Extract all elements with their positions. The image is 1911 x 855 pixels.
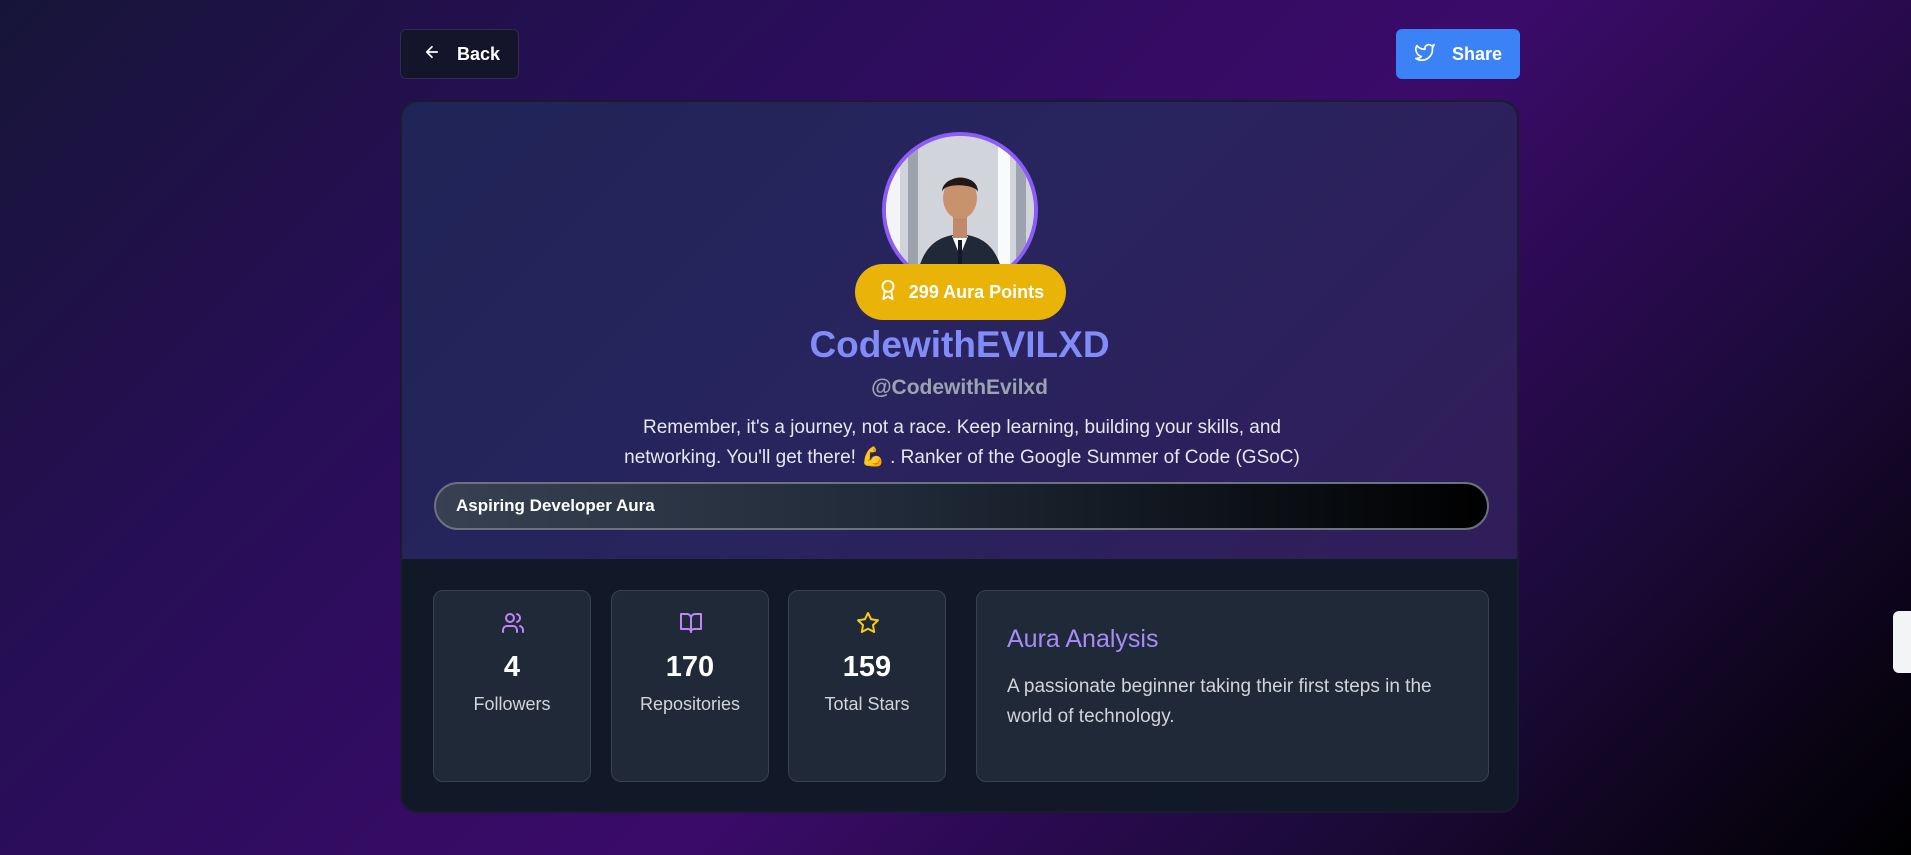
aura-analysis-panel: Aura Analysis A passionate beginner taki… — [976, 590, 1489, 782]
twitter-icon — [1414, 41, 1436, 68]
aura-level-label: Aspiring Developer Aura — [456, 496, 655, 515]
stat-repositories: 170 Repositories — [611, 590, 769, 782]
followers-count: 4 — [503, 651, 521, 683]
back-label: Back — [457, 43, 501, 64]
repositories-count: 170 — [665, 651, 715, 683]
profile-card: 299 Aura Points CodewithEVILXD @Codewith… — [400, 100, 1519, 813]
profile-header: 299 Aura Points CodewithEVILXD @Codewith… — [402, 102, 1517, 559]
award-icon — [877, 278, 899, 307]
share-label: Share — [1452, 43, 1503, 64]
avatar-image — [886, 136, 1034, 284]
analysis-text: A passionate beginner taking their first… — [1007, 676, 1432, 727]
back-button[interactable]: Back — [400, 29, 519, 79]
analysis-title: Aura Analysis — [1007, 625, 1159, 653]
stars-label: Total Stars — [824, 694, 910, 714]
side-handle[interactable] — [1893, 611, 1911, 673]
repositories-label: Repositories — [639, 694, 741, 714]
arrow-left-icon — [423, 43, 441, 66]
stat-followers: 4 Followers — [433, 590, 591, 782]
stars-count: 159 — [842, 651, 892, 683]
aura-points-badge: 299 Aura Points — [855, 264, 1066, 320]
aura-points-label: 299 Aura Points — [908, 281, 1045, 302]
bio-text: Remember, it's a journey, not a race. Ke… — [624, 417, 1300, 468]
share-button[interactable]: Share — [1396, 29, 1520, 79]
username: @CodewithEvilxd — [871, 376, 1048, 399]
followers-label: Followers — [473, 694, 551, 714]
display-name: CodewithEVILXD — [809, 324, 1110, 365]
stat-total-stars: 159 Total Stars — [788, 590, 946, 782]
aura-level-bar: Aspiring Developer Aura — [434, 482, 1489, 530]
